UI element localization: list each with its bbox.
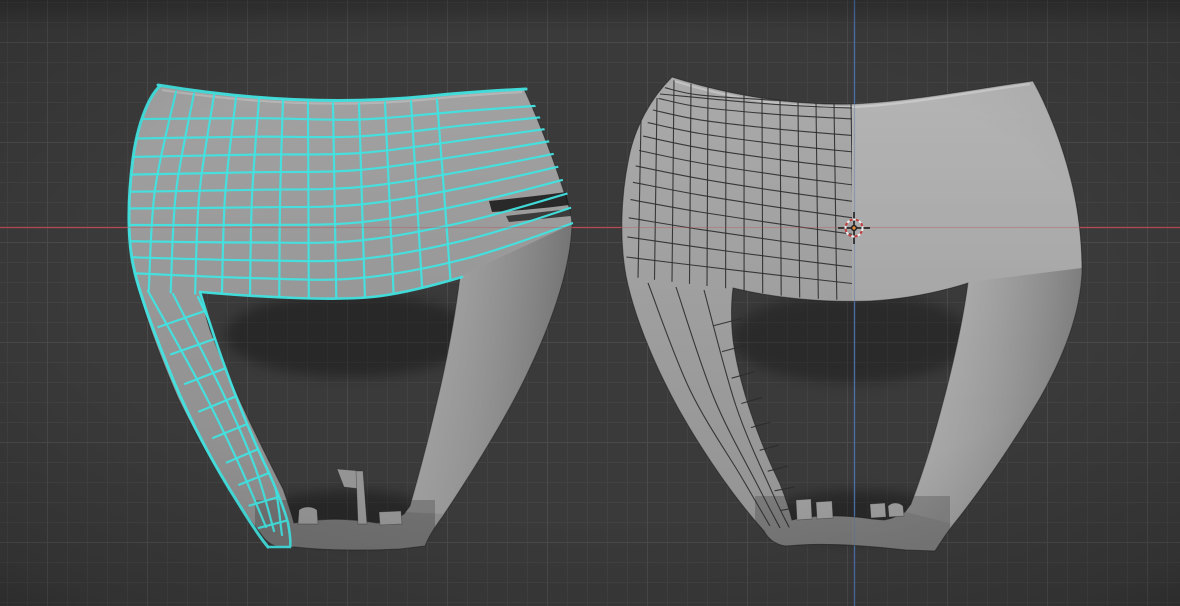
wire-line — [761, 97, 764, 294]
cursor-center-dot — [850, 224, 858, 232]
scene-svg — [0, 0, 1180, 606]
contact-shadows — [225, 293, 972, 542]
3d-viewport[interactable] — [0, 0, 1180, 606]
wire-line — [741, 388, 791, 405]
wire-line — [306, 100, 310, 299]
wire-line — [759, 438, 801, 451]
wire-line — [750, 414, 796, 429]
wire-line — [767, 461, 804, 472]
